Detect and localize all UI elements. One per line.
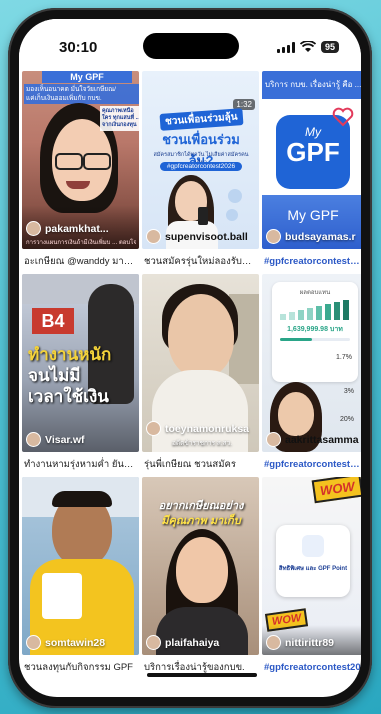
glasses-icon [55, 153, 83, 170]
overlay-lines: ทำงานหนัก จนไม่มี เวลาใช้เงิน [28, 345, 112, 406]
status-icons: 95 [276, 41, 339, 53]
overlay-lines: อยากเกษียณอย่าง มีคุณภาพ มาเก็บ [158, 500, 244, 527]
poster [42, 573, 82, 619]
video-grid: My GPF มองเห็นอนาคต มั่นใจวัยเกษียณ/ แค่… [22, 71, 361, 680]
username: budsayamas.r [285, 230, 356, 243]
video-thumbnail[interactable]: My GPF มองเห็นอนาคต มั่นใจวัยเกษียณ/ แค่… [22, 71, 139, 249]
video-caption[interactable]: ทำงานหามรุ่งหามค่ำ ยันฉมรุ... [22, 452, 139, 477]
phone-frame: 30:10 95 My GPF มองเห็นอนาคต มั่นใจวัยเก… [8, 8, 372, 708]
avatar [26, 635, 41, 650]
logo-text: My GPF [287, 207, 339, 223]
hair [52, 491, 112, 507]
creator-info[interactable]: plaifahaiya [146, 635, 219, 650]
username: toeynamonruksa [165, 422, 250, 435]
video-caption-hashtag[interactable]: #gpfcreatorcontest2026 [262, 452, 361, 477]
wifi-icon [299, 41, 316, 52]
face [168, 294, 234, 378]
video-thumbnail[interactable]: WOW สิทธิพิเศษ และ GPF Point WOW nittiri… [262, 477, 361, 655]
video-caption-hashtag[interactable]: #gpfcreatorcontest20 [262, 655, 361, 680]
gpf-point-icon [302, 535, 324, 557]
username: aakrittasamma [285, 433, 359, 446]
creator-info[interactable]: Visar.wf [26, 432, 85, 447]
pct: 1.7% [336, 354, 352, 361]
video-caption-hashtag[interactable]: #gpfcreatorcontest2026 [262, 249, 361, 274]
sign: B4 [32, 308, 74, 334]
video-thumbnail[interactable]: somtawin28 [22, 477, 139, 655]
creator-info[interactable]: supenvisoot.ball [146, 229, 248, 244]
dynamic-island [143, 33, 239, 59]
creator-info[interactable]: pakamkhat... [26, 221, 109, 236]
video-caption[interactable]: อะเกษียณ @wanddy มาว่า... [22, 249, 139, 274]
amount: 1,639,999.98 บาท [287, 326, 343, 333]
face [176, 537, 228, 603]
username: plaifahaiya [165, 636, 220, 649]
video-card[interactable]: บริการ กบข. เรื่องน่ารู้ คือ ... My GPF … [262, 71, 361, 274]
video-caption[interactable]: รุ่นพี่เกษียณ ชวนสมัคร [142, 452, 259, 477]
creator-info[interactable]: somtawin28 [26, 635, 105, 650]
video-thumbnail[interactable]: 1:32 ชวนเพื่อนร่วมลุ้น ชวนเพื่อนร่วมลุ้น… [142, 71, 259, 249]
sub-text: อดีตข้าราชการ ส.สว. [172, 440, 233, 447]
home-indicator[interactable] [147, 673, 257, 677]
growth-chart [280, 300, 349, 320]
video-caption[interactable]: ชวนลงทุนกับกิจกรรม GPF [22, 655, 139, 680]
side-text: คุณภาพเหนือใคร ทุกแสนที่ ... จากเงินกองท… [100, 106, 139, 131]
pct: 3% [343, 388, 354, 395]
battery-icon: 95 [320, 41, 339, 53]
creator-info[interactable]: nittirittr89 [266, 635, 334, 650]
pct: 20% [339, 416, 354, 423]
username: somtawin28 [45, 636, 106, 649]
avatar [26, 432, 41, 447]
avatar [266, 635, 281, 650]
status-bar: 30:10 95 [19, 19, 361, 71]
heart-icon [332, 107, 354, 127]
avatar [266, 229, 281, 244]
avatar [26, 221, 41, 236]
video-thumbnail[interactable]: toeynamonruksa อดีตข้าราชการ ส.สว. [142, 274, 259, 452]
username: pakamkhat... [45, 222, 109, 235]
creator-info[interactable]: aakrittasamma [266, 432, 359, 447]
avatar [266, 432, 281, 447]
screen: 30:10 95 My GPF มองเห็นอนาคต มั่นใจวัยเก… [19, 19, 361, 697]
video-card[interactable]: อยากเกษียณอย่าง มีคุณภาพ มาเก็บ plaifaha… [142, 477, 259, 680]
hashtag: #gpfcreatorcontest2026 [160, 162, 242, 171]
avatar [146, 421, 161, 436]
video-card[interactable]: B4 ทำงานหนัก จนไม่มี เวลาใช้เงิน Visar.w… [22, 274, 139, 477]
overlay-lines: มองเห็นอนาคต มั่นใจวัยเกษียณ/ แค่เก็บเงิ… [24, 84, 139, 104]
video-card[interactable]: toeynamonruksa อดีตข้าราชการ ส.สว. รุ่นพ… [142, 274, 259, 477]
video-thumbnail[interactable]: ผลตอบแทน 1,639,999.98 บาท 1.7% 3% 20% aa… [262, 274, 361, 452]
creator-info[interactable]: budsayamas.r [266, 229, 356, 244]
bottom-text: การวางแผนการเงินถ้ามีเงินเพิ่มบ ... ตอบโ… [26, 240, 136, 246]
username: Visar.wf [45, 433, 85, 446]
status-time: 30:10 [59, 39, 98, 56]
video-card[interactable]: 1:32 ชวนเพื่อนร่วมลุ้น ชวนเพื่อนร่วมลุ้น… [142, 71, 259, 274]
app-screen: ผลตอบแทน 1,639,999.98 บาท 1.7% [272, 282, 358, 382]
creator-info[interactable]: toeynamonruksa [146, 421, 249, 436]
feature-card: สิทธิพิเศษ และ GPF Point [276, 525, 350, 597]
overlay-title: My GPF [42, 71, 132, 83]
video-card[interactable]: somtawin28 ชวนลงทุนกับกิจกรรม GPF [22, 477, 139, 680]
video-thumbnail[interactable]: บริการ กบข. เรื่องน่ารู้ คือ ... My GPF … [262, 71, 361, 249]
avatar [146, 229, 161, 244]
signal-icon [276, 41, 295, 53]
overlay-title: บริการ กบข. เรื่องน่ารู้ คือ ... [262, 71, 361, 99]
username: supenvisoot.ball [165, 230, 248, 243]
video-caption[interactable]: ชวนสมัครรุ่นใหม่ลองรับตอนนี้ [142, 249, 259, 274]
face [278, 392, 314, 436]
phone-icon [198, 207, 208, 225]
video-thumbnail[interactable]: อยากเกษียณอย่าง มีคุณภาพ มาเก็บ plaifaha… [142, 477, 259, 655]
video-card[interactable]: ผลตอบแทน 1,639,999.98 บาท 1.7% 3% 20% aa… [262, 274, 361, 477]
video-card[interactable]: My GPF มองเห็นอนาคต มั่นใจวัยเกษียณ/ แค่… [22, 71, 139, 274]
wow-badge: WOW [311, 477, 361, 504]
progress-bar [280, 338, 350, 341]
video-card[interactable]: WOW สิทธิพิเศษ และ GPF Point WOW nittiri… [262, 477, 361, 680]
username: nittirittr89 [285, 636, 335, 649]
video-thumbnail[interactable]: B4 ทำงานหนัก จนไม่มี เวลาใช้เงิน Visar.w… [22, 274, 139, 452]
avatar [146, 635, 161, 650]
